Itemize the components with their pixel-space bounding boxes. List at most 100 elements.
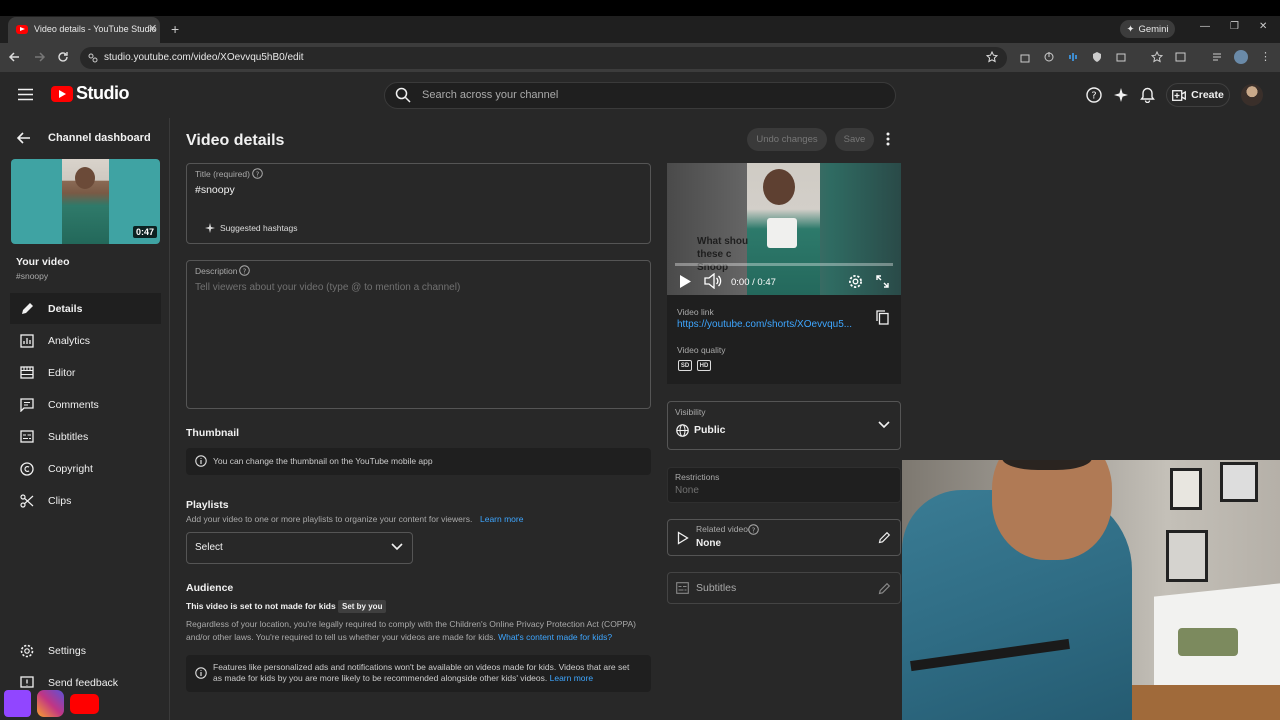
copy-icon[interactable] (876, 310, 889, 325)
search-icon (395, 87, 411, 103)
title-value[interactable]: #snoopy (195, 184, 235, 196)
youtube-logo-icon[interactable] (51, 86, 73, 102)
screen-top-bar (0, 0, 1280, 16)
svg-text:?: ? (256, 171, 260, 179)
copyright-icon (20, 461, 34, 476)
sidebar-item-clips[interactable]: Clips (10, 485, 161, 516)
visibility-value: Public (694, 424, 726, 436)
subtitles-icon (20, 430, 34, 443)
bookmark-star-icon[interactable] (986, 51, 998, 63)
video-player[interactable]: What shou these c Snoop (667, 163, 901, 295)
edit-pencil-icon[interactable] (878, 582, 891, 595)
audio-extension-icon[interactable] (1067, 51, 1079, 63)
related-help-icon[interactable]: ? (748, 524, 759, 535)
player-head (763, 169, 795, 205)
instagram-icon (37, 690, 64, 717)
description-placeholder[interactable]: Tell viewers about your video (type @ to… (195, 282, 460, 293)
sidebar-item-label: Comments (48, 398, 99, 411)
more-options-icon[interactable] (881, 131, 895, 147)
audience-learn-more-link[interactable]: Learn more (550, 673, 593, 683)
thumbnail-heading: Thumbnail (186, 427, 240, 439)
reload-icon[interactable] (56, 50, 70, 64)
forward-icon[interactable] (32, 50, 46, 64)
undo-changes-button[interactable]: Undo changes (747, 128, 827, 151)
analytics-icon (20, 333, 34, 348)
browser-menu-icon[interactable]: ⋮ (1260, 50, 1271, 63)
svg-text:?: ? (243, 268, 247, 276)
back-arrow-icon[interactable] (16, 131, 31, 145)
sidebar-item-analytics[interactable]: Analytics (10, 325, 161, 356)
create-button[interactable]: Create (1166, 83, 1230, 107)
description-label: Description (195, 266, 238, 276)
playlists-description: Add your video to one or more playlists … (186, 514, 473, 524)
suggested-hashtags-button[interactable]: Suggested hashtags (205, 223, 298, 233)
power-icon[interactable] (1043, 51, 1055, 63)
sidebar-item-comments[interactable]: Comments (10, 389, 161, 420)
playlist-select-value: Select (195, 542, 223, 553)
volume-icon[interactable] (704, 273, 722, 289)
new-tab-icon[interactable]: + (171, 21, 179, 37)
ai-sparkle-icon[interactable] (1113, 87, 1129, 103)
maximize-icon[interactable]: ❐ (1230, 21, 1239, 32)
info-icon (195, 667, 207, 679)
browser-tab[interactable]: Video details - YouTube Studio ✕ (8, 17, 160, 44)
account-avatar[interactable] (1241, 84, 1263, 106)
notifications-bell-icon[interactable] (1140, 87, 1155, 103)
extension-gift-icon[interactable] (1019, 51, 1031, 63)
tab-close-icon[interactable]: ✕ (148, 22, 157, 35)
visibility-label: Visibility (675, 407, 706, 417)
extensions-puzzle-icon[interactable] (1115, 51, 1127, 63)
gemini-button[interactable]: ✦ Gemini (1120, 20, 1175, 38)
description-help-icon[interactable]: ? (239, 265, 250, 276)
suggested-hashtags-label: Suggested hashtags (220, 223, 298, 233)
sidebar-item-copyright[interactable]: Copyright (10, 453, 161, 484)
sidebar-item-subtitles[interactable]: Subtitles (10, 421, 161, 452)
back-icon[interactable] (8, 50, 22, 64)
reading-list-icon[interactable] (1211, 51, 1223, 63)
thumbnail-duration: 0:47 (133, 226, 158, 238)
create-label: Create (1191, 89, 1224, 101)
site-info-icon[interactable] (87, 52, 99, 64)
profile-avatar-icon[interactable] (1234, 50, 1248, 64)
video-link[interactable]: https://youtube.com/shorts/XOevvqu5... (677, 319, 852, 330)
sidebar-item-editor[interactable]: Editor (10, 357, 161, 388)
collections-icon[interactable] (1175, 51, 1187, 63)
gemini-label: Gemini (1138, 23, 1169, 35)
wall-frame (1220, 462, 1258, 502)
sidebar-item-label: Copyright (48, 462, 93, 475)
edit-pencil-icon[interactable] (878, 531, 891, 544)
fullscreen-icon[interactable] (876, 275, 889, 288)
editor-icon (20, 366, 34, 379)
webcam-overlay (902, 460, 1280, 720)
url-text[interactable]: studio.youtube.com/video/XOevvqu5hB0/edi… (104, 52, 304, 63)
play-icon[interactable] (678, 274, 692, 289)
minimize-icon[interactable]: — (1200, 21, 1210, 32)
player-settings-gear-icon[interactable] (848, 274, 863, 289)
studio-logo-text[interactable]: Studio (76, 83, 130, 104)
tab-title: Video details - YouTube Studio (34, 24, 157, 34)
playlists-learn-more-link[interactable]: Learn more (480, 514, 523, 524)
wall-frame (1170, 468, 1202, 510)
related-video-label: Related video (696, 524, 748, 534)
player-caption: What shou these c Snoop (697, 236, 749, 273)
hd-badge: HD (697, 360, 711, 371)
hamburger-menu-icon[interactable] (18, 88, 33, 101)
save-button[interactable]: Save (835, 128, 874, 151)
channel-dashboard-link[interactable]: Channel dashboard (48, 132, 151, 144)
comments-icon (20, 397, 34, 412)
window-close-icon[interactable]: ✕ (1259, 21, 1267, 32)
made-for-kids-link[interactable]: What's content made for kids? (498, 632, 612, 642)
audience-info-text: Features like personalized ads and notif… (213, 662, 630, 683)
player-progress-bar[interactable] (675, 263, 893, 266)
shield-icon[interactable] (1091, 51, 1103, 63)
help-icon[interactable]: ? (1086, 87, 1102, 103)
sidebar-item-details[interactable]: Details (10, 293, 161, 324)
sidebar-item-label: Send feedback (48, 676, 119, 689)
favorites-icon[interactable] (1151, 51, 1163, 63)
player-time: 0:00 / 0:47 (731, 277, 776, 288)
sidebar-item-label: Clips (48, 494, 72, 507)
title-help-icon[interactable]: ? (252, 168, 263, 179)
video-quality-label: Video quality (677, 345, 726, 355)
subtitles-label: Subtitles (696, 582, 737, 594)
sidebar-item-settings[interactable]: Settings (10, 635, 161, 666)
